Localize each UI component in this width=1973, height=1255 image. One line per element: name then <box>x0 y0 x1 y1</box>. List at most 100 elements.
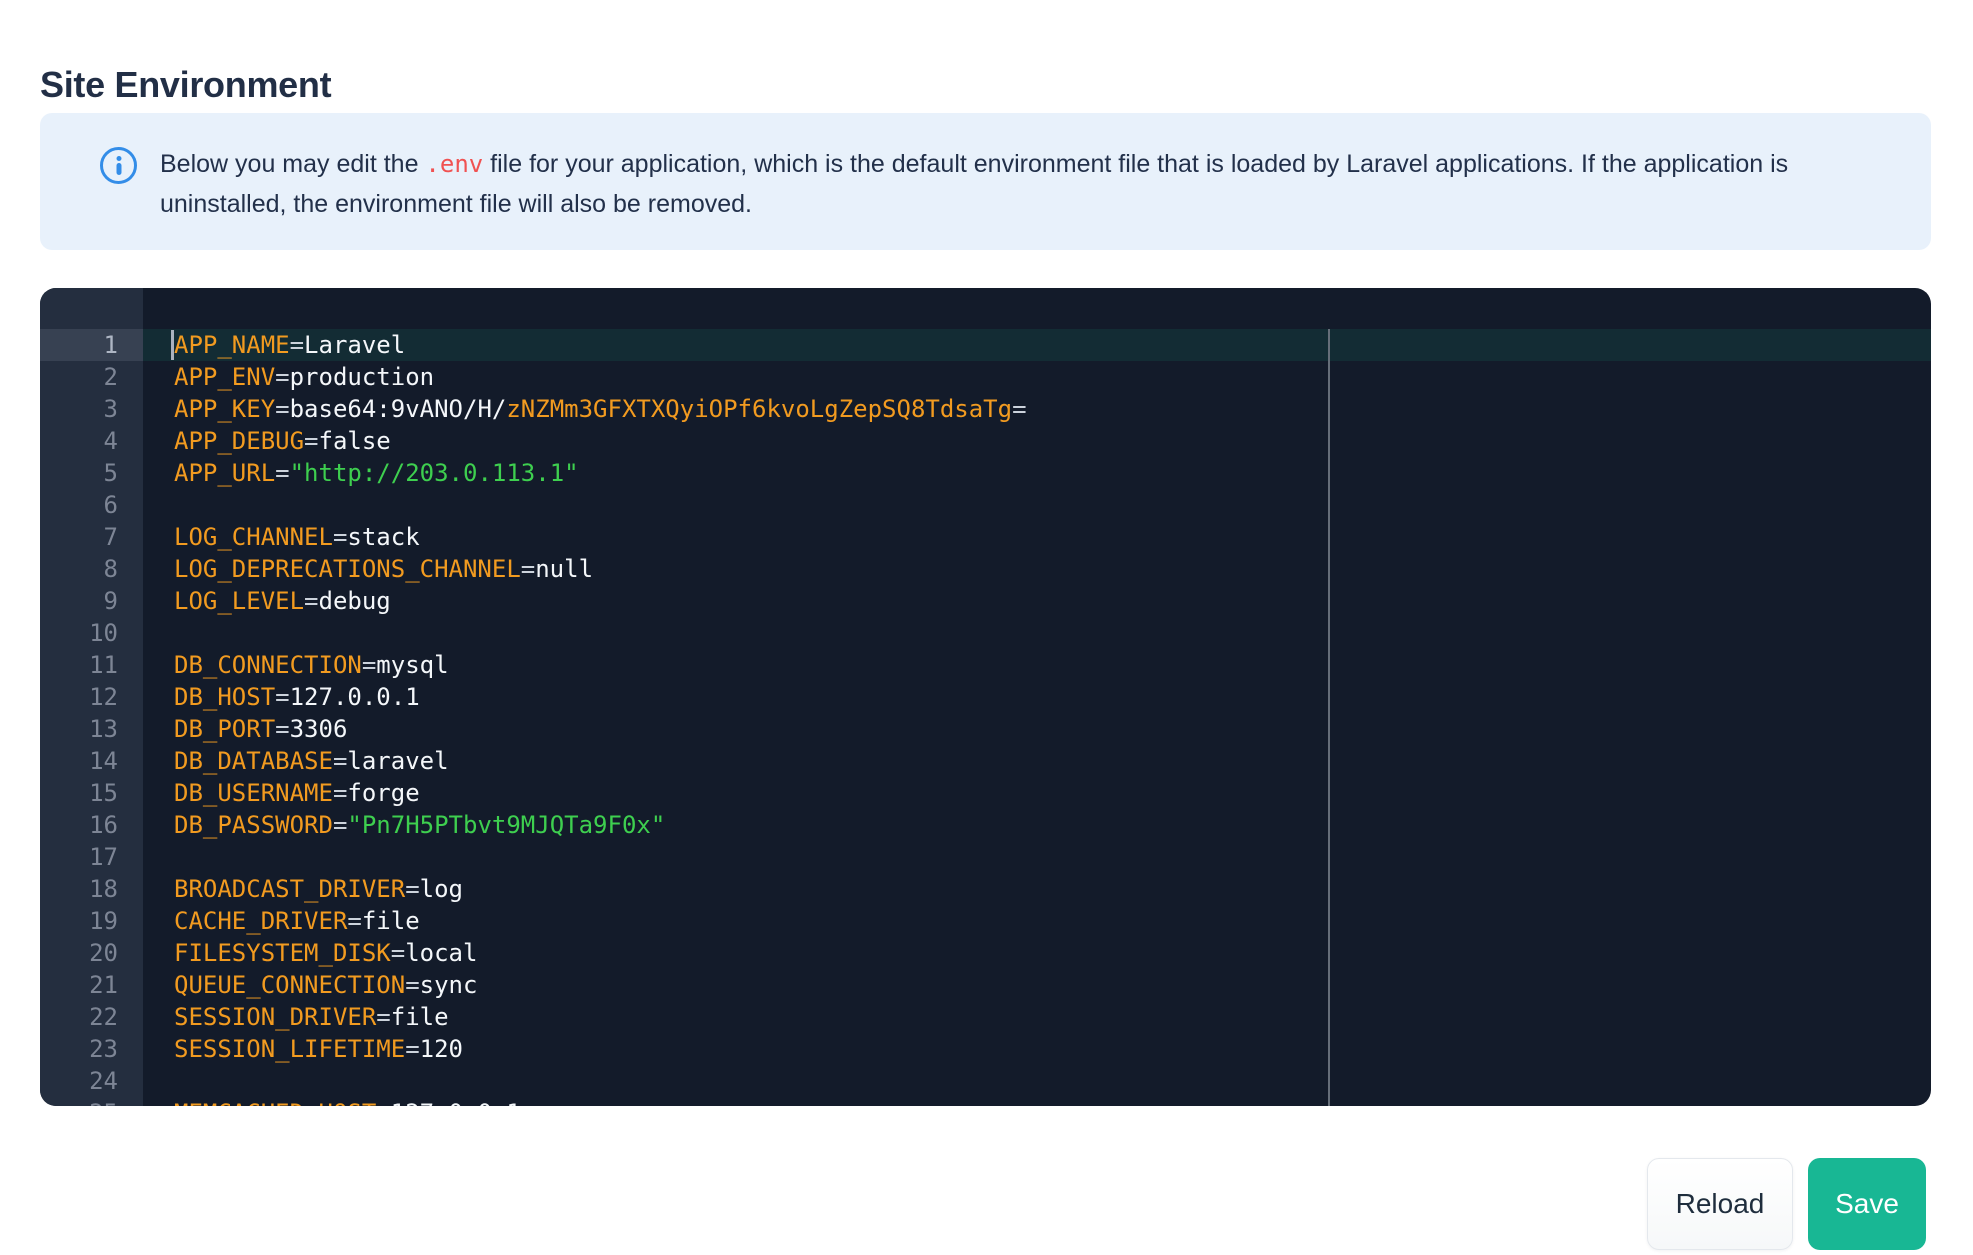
line-number: 16 <box>89 811 118 839</box>
env-value: false <box>318 427 391 455</box>
equals-operator: = <box>275 715 290 743</box>
code-line[interactable]: 19 CACHE_DRIVER = file <box>40 905 1931 937</box>
env-key: APP_URL <box>174 459 276 487</box>
equals-operator: = <box>376 1003 391 1031</box>
code-line[interactable]: 7 LOG_CHANNEL = stack <box>40 521 1931 553</box>
env-key: BROADCAST_DRIVER <box>174 875 406 903</box>
code-line[interactable]: 23 SESSION_LIFETIME = 120 <box>40 1033 1931 1065</box>
line-number: 5 <box>103 459 118 487</box>
env-key: QUEUE_CONNECTION <box>174 971 406 999</box>
env-key: APP_DEBUG <box>174 427 305 455</box>
code-text: APP_ENV = production <box>143 361 1931 393</box>
env-key: DB_CONNECTION <box>174 651 362 679</box>
env-value: debug <box>318 587 391 615</box>
code-line[interactable]: 14 DB_DATABASE = laravel <box>40 745 1931 777</box>
line-number: 24 <box>89 1067 118 1095</box>
env-code-editor[interactable]: 1 APP_NAME = Laravel 2 APP_ENV = production 3 APP… <box>40 288 1931 1106</box>
code-line[interactable]: 24 <box>40 1065 1931 1097</box>
env-value: local <box>405 939 478 967</box>
code-text: DB_CONNECTION = mysql <box>143 649 1931 681</box>
equals-operator: = <box>332 779 348 807</box>
code-line[interactable]: 21 QUEUE_CONNECTION = sync <box>40 969 1931 1001</box>
reload-button[interactable]: Reload <box>1647 1158 1793 1250</box>
line-number: 6 <box>103 491 118 519</box>
code-line[interactable]: 8 LOG_DEPRECATIONS_CHANNEL = null <box>40 553 1931 585</box>
env-key: SESSION_LIFETIME <box>174 1035 406 1063</box>
env-key: APP_KEY <box>174 395 276 423</box>
code-line[interactable]: 12 DB_HOST = 127.0.0.1 <box>40 681 1931 713</box>
equals-operator: = <box>1012 395 1027 423</box>
code-line[interactable]: 16 DB_PASSWORD = "Pn7H5PTbvt9MJQTa9F0x" <box>40 809 1931 841</box>
env-key: LOG_CHANNEL <box>174 523 333 551</box>
code-text: SESSION_LIFETIME = 120 <box>143 1033 1931 1065</box>
code-line[interactable]: 5 APP_URL = "http://203.0.113.1" <box>40 457 1931 489</box>
env-value: Laravel <box>304 331 406 359</box>
code-text: FILESYSTEM_DISK = local <box>143 937 1931 969</box>
line-number: 10 <box>89 619 118 647</box>
env-key: DB_HOST <box>174 683 276 711</box>
env-key: CACHE_DRIVER <box>174 907 348 935</box>
env-key: LOG_DEPRECATIONS_CHANNEL <box>174 555 521 583</box>
code-line[interactable]: 11 DB_CONNECTION = mysql <box>40 649 1931 681</box>
code-line[interactable]: 2 APP_ENV = production <box>40 361 1931 393</box>
code-line[interactable]: 9 LOG_LEVEL = debug <box>40 585 1931 617</box>
code-line[interactable]: 15 DB_USERNAME = forge <box>40 777 1931 809</box>
code-text: DB_PORT = 3306 <box>143 713 1931 745</box>
equals-operator: = <box>405 1035 420 1063</box>
code-line[interactable]: 10 <box>40 617 1931 649</box>
alert-text-before: Below you may edit the <box>160 150 426 178</box>
line-number: 7 <box>103 523 118 551</box>
equals-operator: = <box>332 523 348 551</box>
env-value: forge <box>347 779 420 807</box>
env-value: 3306 <box>289 715 348 743</box>
env-key: SESSION_DRIVER <box>174 1003 377 1031</box>
line-number: 18 <box>89 875 118 903</box>
line-number: 13 <box>89 715 118 743</box>
info-alert-text: Below you may edit the .env file for you… <box>160 144 1865 224</box>
code-text: LOG_CHANNEL = stack <box>143 521 1931 553</box>
equals-operator: = <box>376 1099 390 1106</box>
code-line[interactable]: 17 <box>40 841 1931 873</box>
code-line[interactable]: 4 APP_DEBUG = false <box>40 425 1931 457</box>
line-number: 21 <box>89 971 118 999</box>
code-text: QUEUE_CONNECTION = sync <box>143 969 1931 1001</box>
line-number: 1 <box>103 331 118 359</box>
code-text: MEMCACHED_HOST=127.0.0.1 <box>143 1097 1931 1106</box>
env-value: file <box>390 1003 449 1031</box>
line-number: 19 <box>89 907 118 935</box>
equals-operator: = <box>361 651 377 679</box>
env-value: sync <box>419 971 478 999</box>
line-number: 22 <box>89 1003 118 1031</box>
env-key: DB_PORT <box>174 715 276 743</box>
save-button[interactable]: Save <box>1808 1158 1926 1250</box>
code-line[interactable]: 13 DB_PORT = 3306 <box>40 713 1931 745</box>
info-alert: Below you may edit the .env file for you… <box>40 113 1931 250</box>
env-key: zNZMm3GFXTXQyiOPf6kvoLgZepSQ8TdsaTg <box>506 395 1013 423</box>
env-string-value: "Pn7H5PTbvt9MJQTa9F0x" <box>347 811 666 839</box>
equals-operator: = <box>275 395 290 423</box>
equals-operator: = <box>304 587 319 615</box>
env-value: stack <box>347 523 420 551</box>
code-line[interactable]: 1 APP_NAME = Laravel <box>40 329 1931 361</box>
code-line[interactable]: 18 BROADCAST_DRIVER = log <box>40 873 1931 905</box>
line-number: 3 <box>103 395 118 423</box>
page-title: Site Environment <box>40 64 332 105</box>
line-number: 2 <box>103 363 118 391</box>
line-number: 15 <box>89 779 118 807</box>
code-text: BROADCAST_DRIVER = log <box>143 873 1931 905</box>
env-value: laravel <box>347 747 449 775</box>
code-text: DB_DATABASE = laravel <box>143 745 1931 777</box>
equals-operator: = <box>289 331 305 359</box>
code-line[interactable]: 20 FILESYSTEM_DISK = local <box>40 937 1931 969</box>
code-text: CACHE_DRIVER = file <box>143 905 1931 937</box>
action-buttons: Reload Save <box>1647 1158 1926 1250</box>
code-line[interactable]: 25MEMCACHED_HOST=127.0.0.1 <box>40 1097 1931 1106</box>
code-line[interactable]: 3 APP_KEY = base64:9vANO/H/zNZMm3GFXTXQyiOP… <box>40 393 1931 425</box>
env-value: file <box>361 907 420 935</box>
equals-operator: = <box>275 363 290 391</box>
code-line[interactable]: 22 SESSION_DRIVER = file <box>40 1001 1931 1033</box>
code-line[interactable]: 6 <box>40 489 1931 521</box>
